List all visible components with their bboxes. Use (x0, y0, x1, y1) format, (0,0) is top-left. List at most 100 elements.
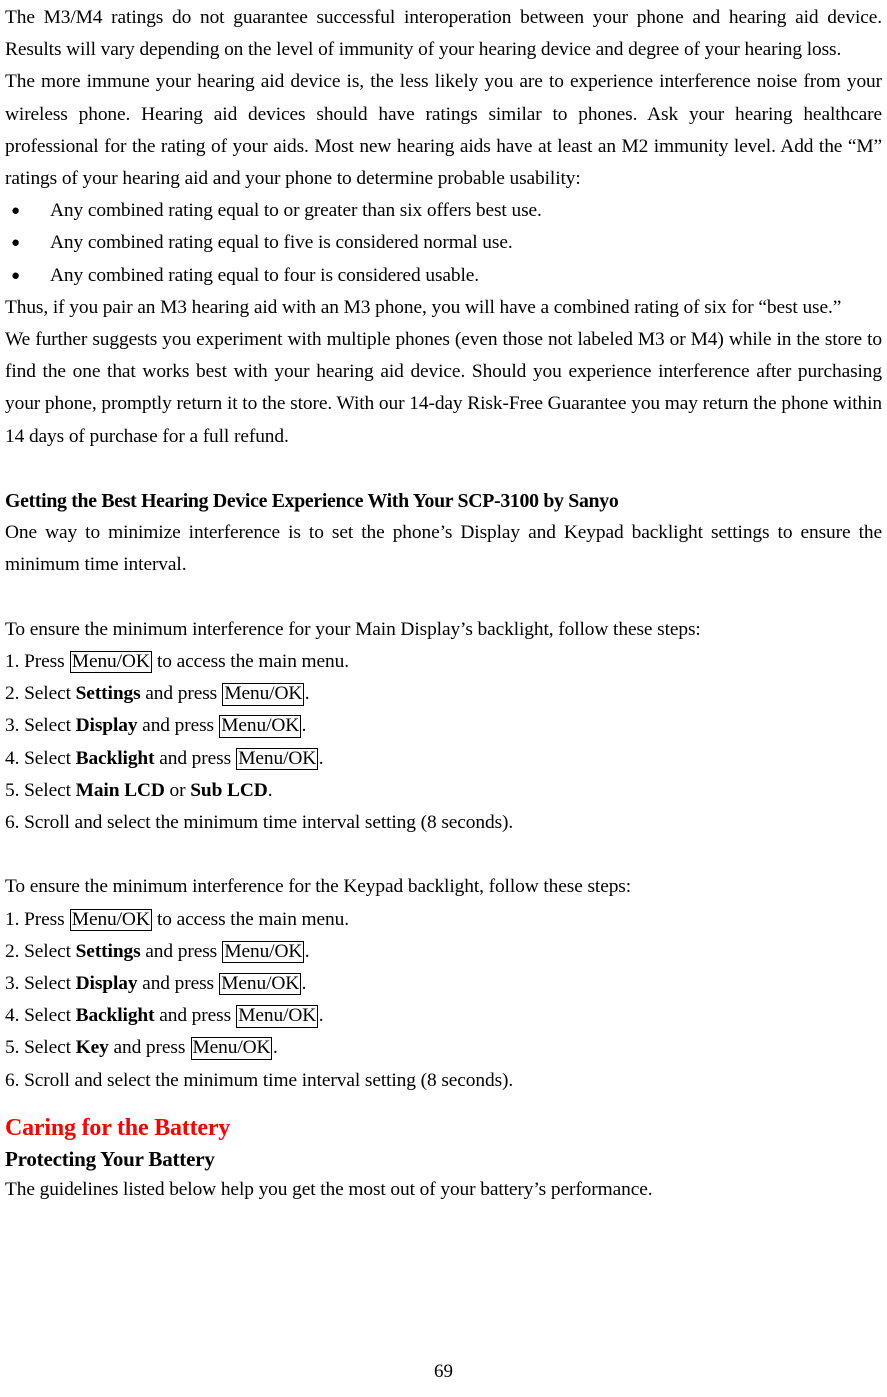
step-number: 6. (5, 1069, 25, 1091)
step-text-mid: and press (154, 1005, 236, 1027)
step-number: 2. (5, 940, 25, 962)
step-number: 3. (5, 973, 25, 995)
step-text-post: to access the main menu. (152, 908, 349, 930)
list-item-label: Any combined rating equal to or greater … (50, 200, 542, 222)
step-text-pre: Select (24, 1005, 76, 1027)
rating-bullet-list: ● Any combined rating equal to or greate… (5, 195, 882, 292)
step-option-label-main-lcd: Main LCD (75, 779, 165, 801)
step-number: 1. (5, 908, 25, 930)
step-item-4: 4. Select Backlight and press Menu/OK. (5, 1000, 882, 1032)
main-display-steps: 1. Press Menu/OK to access the main menu… (5, 646, 882, 839)
step-text-pre: Select (24, 1037, 76, 1059)
step-text-post: . (318, 1005, 324, 1027)
keycap-menu-ok[interactable]: Menu/OK (236, 747, 319, 771)
paragraph-battery-guidelines: The guidelines listed below help you get… (5, 1178, 653, 1200)
step-number: 3. (5, 715, 25, 737)
bullet-icon: ● (11, 267, 20, 284)
paragraph-combined-rating: Thus, if you pair an M3 hearing aid with… (5, 296, 842, 318)
step-item-5: 5. Select Key and press Menu/OK. (5, 1032, 882, 1064)
step-text-pre: Select (24, 973, 76, 995)
step-item-6: 6. Scroll and select the minimum time in… (5, 807, 882, 839)
step-text-pre: Select (24, 683, 76, 705)
keycap-menu-ok[interactable]: Menu/OK (219, 715, 302, 738)
step-text-mid: and press (137, 973, 219, 995)
step-text-pre: Select (24, 715, 76, 737)
step-text-mid: and press (137, 715, 219, 737)
step-text-post: . (272, 1037, 278, 1059)
step-item-3: 3. Select Display and press Menu/OK. (5, 968, 882, 1000)
step-option-label: Settings (75, 940, 141, 962)
step-item-5: 5. Select Main LCD or Sub LCD. (5, 775, 882, 807)
step-item-4: 4. Select Backlight and press Menu/OK. (5, 743, 882, 775)
step-option-label-sub-lcd: Sub LCD (190, 779, 268, 801)
list-item-label: Any combined rating equal to four is con… (50, 264, 480, 286)
keypad-steps: 1. Press Menu/OK to access the main menu… (5, 904, 882, 1097)
step-text-post: to access the main menu. (152, 651, 349, 673)
main-display-intro: To ensure the minimum interference for y… (5, 618, 701, 640)
list-item: ● Any combined rating equal to five is c… (5, 227, 882, 259)
step-text-post: . (304, 683, 310, 705)
step-text-mid: and press (140, 940, 222, 962)
keycap-menu-ok[interactable]: Menu/OK (69, 651, 152, 674)
step-option-label: Settings (75, 683, 141, 705)
heading-sanyo-experience: Getting the Best Hearing Device Experien… (5, 490, 619, 513)
step-text-post: . (318, 747, 324, 769)
step-text-post: . (301, 715, 307, 737)
step-number: 4. (5, 1005, 25, 1027)
step-option-label: Backlight (75, 1005, 155, 1027)
step-number: 6. (5, 812, 25, 834)
paragraph-risk-free-guarantee: We further suggests you experiment with … (5, 329, 882, 447)
step-number: 2. (5, 683, 25, 705)
document-page: The M3/M4 ratings do not guarantee succe… (0, 0, 887, 1397)
step-item-2: 2. Select Settings and press Menu/OK. (5, 936, 882, 968)
bullet-icon: ● (11, 235, 20, 252)
heading-protecting-your-battery: Protecting Your Battery (5, 1146, 215, 1171)
list-item: ● Any combined rating equal to four is c… (5, 260, 882, 292)
step-number: 5. (5, 779, 25, 801)
step-text-pre: Select (24, 779, 76, 801)
keycap-menu-ok[interactable]: Menu/OK (190, 1037, 273, 1060)
keycap-menu-ok[interactable]: Menu/OK (236, 1005, 319, 1028)
heading-caring-for-the-battery: Caring for the Battery (5, 1114, 231, 1141)
step-item-1: 1. Press Menu/OK to access the main menu… (5, 646, 882, 678)
keycap-menu-ok[interactable]: Menu/OK (222, 683, 305, 706)
keycap-menu-ok[interactable]: Menu/OK (69, 908, 152, 932)
keycap-menu-ok[interactable]: Menu/OK (222, 940, 305, 964)
step-text-mid: and press (154, 747, 236, 769)
step-option-label: Display (75, 715, 138, 737)
step-text-pre: Select (24, 940, 76, 962)
step-text-mid: and press (140, 683, 222, 705)
step-text-mid: or (164, 779, 191, 801)
paragraph-immunity: The more immune your hearing aid device … (5, 71, 882, 190)
step-text-pre: Select (24, 747, 76, 769)
step-item-3: 3. Select Display and press Menu/OK. (5, 710, 882, 742)
step-text-post: . (304, 940, 310, 962)
keycap-menu-ok[interactable]: Menu/OK (219, 973, 302, 996)
paragraph-minimize-interference: One way to minimize interference is to s… (5, 522, 882, 576)
step-text-post: . (301, 973, 307, 995)
keypad-intro: To ensure the minimum interference for t… (5, 876, 632, 898)
step-item-2: 2. Select Settings and press Menu/OK. (5, 678, 882, 710)
step-number: 4. (5, 747, 25, 769)
list-item: ● Any combined rating equal to or greate… (5, 195, 882, 227)
step-number: 5. (5, 1037, 25, 1059)
page-number: 69 (434, 1361, 453, 1382)
step-option-label: Backlight (75, 747, 155, 769)
step-option-label-key: Key (75, 1037, 109, 1059)
paragraph-m3m4-ratings: The M3/M4 ratings do not guarantee succe… (5, 7, 882, 61)
step-text-pre: Scroll and select the minimum time inter… (24, 812, 514, 834)
step-option-label: Display (75, 973, 138, 995)
step-number: 1. (5, 651, 25, 673)
step-text-pre: Press (24, 651, 70, 673)
step-text-post: . (267, 779, 273, 801)
bullet-icon: ● (11, 203, 20, 220)
page-content: The M3/M4 ratings do not guarantee succe… (5, 0, 882, 1206)
step-item-1: 1. Press Menu/OK to access the main menu… (5, 904, 882, 936)
step-text-pre: Scroll and select the minimum time inter… (24, 1069, 514, 1091)
step-item-6: 6. Scroll and select the minimum time in… (5, 1065, 882, 1097)
list-item-label: Any combined rating equal to five is con… (50, 232, 513, 254)
